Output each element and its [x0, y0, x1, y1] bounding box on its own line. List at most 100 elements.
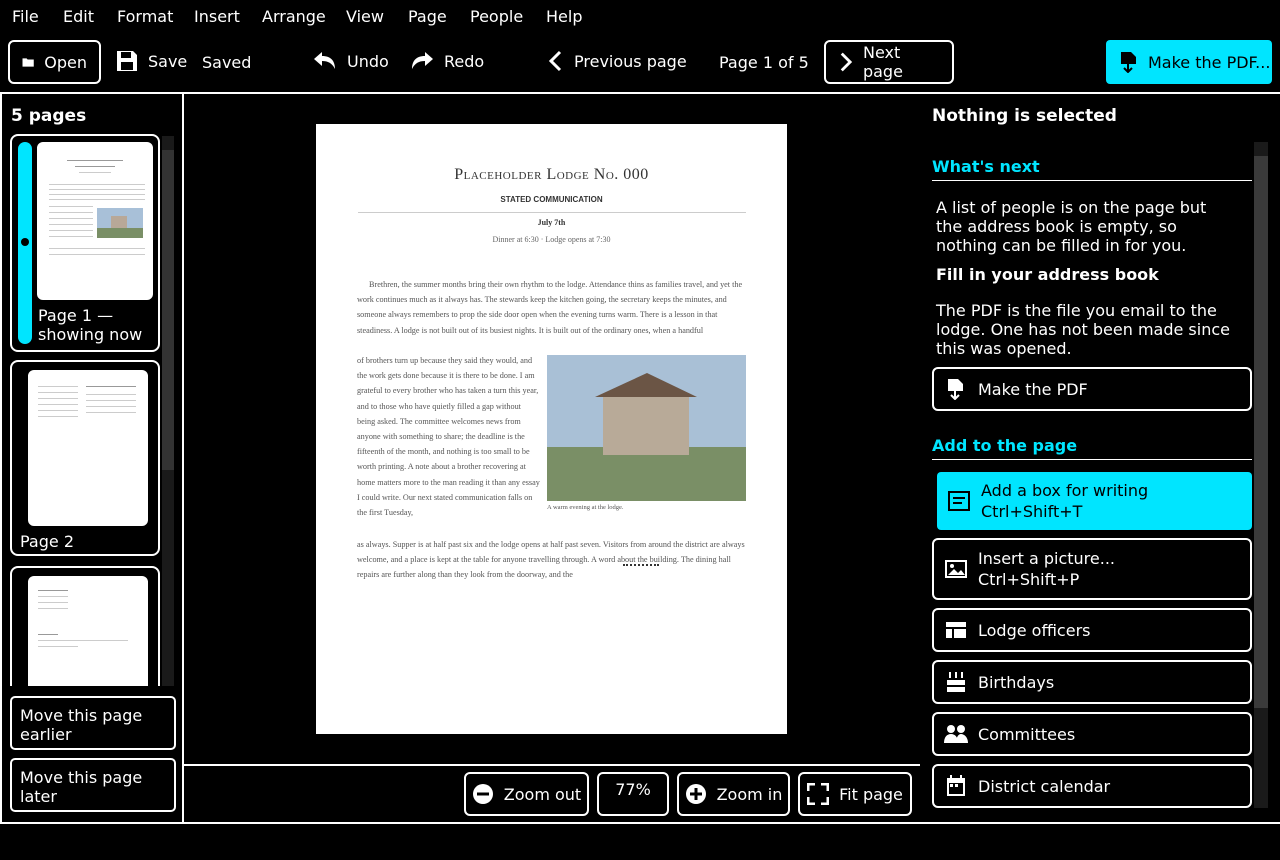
meeting-times: Dinner at 6:30 · Lodge opens at 7:30 — [492, 235, 611, 244]
save-button[interactable]: Save — [116, 50, 187, 72]
menu-bar: File Edit Format Insert Arrange View Pag… — [0, 0, 1280, 34]
page-1-preview — [37, 142, 153, 300]
page-3-preview — [28, 576, 148, 686]
picture-caption: A warm evening at the lodge. — [547, 504, 624, 511]
bottom-border — [0, 822, 1280, 824]
fit-frame-icon — [807, 783, 830, 805]
picture-icon — [945, 560, 967, 578]
body-paragraph-bottom: as always. Supper is at half past six an… — [357, 540, 745, 580]
fit-page-button[interactable]: Fit page — [798, 772, 912, 816]
birthdays-button[interactable]: Birthdays — [932, 660, 1252, 704]
next-page-label: Next page — [862, 43, 903, 81]
birthdays-label: Birthdays — [978, 672, 1055, 692]
add-to-page-heading: Add to the page — [932, 436, 1078, 455]
title-rule — [358, 212, 746, 213]
page-thumbnail-3[interactable] — [10, 566, 160, 686]
redo-label: Redo — [444, 51, 485, 71]
meeting-date: July 7th — [537, 218, 566, 227]
page-2-preview — [28, 370, 148, 526]
fill-address-book-link[interactable]: Fill in your address book — [936, 265, 1159, 284]
zoom-out-label: Zoom out — [503, 784, 582, 804]
menu-insert[interactable]: Insert — [194, 7, 240, 26]
lodge-picture[interactable] — [547, 355, 746, 501]
floppy-disk-icon — [117, 51, 137, 71]
table-layout-icon — [946, 622, 966, 638]
next-page-button[interactable]: Next page — [824, 40, 954, 84]
insert-picture-button[interactable]: Insert a picture... Ctrl+Shift+P — [932, 538, 1252, 600]
committees-button[interactable]: Committees — [932, 712, 1252, 756]
page-1-label: Page 1 — showing now — [38, 306, 143, 344]
chevron-left-icon — [548, 50, 562, 72]
document-page[interactable]: Placeholder Lodge No. 000 STATED COMMUNI… — [316, 124, 787, 734]
move-page-earlier-button[interactable]: Move this page earlier — [10, 696, 176, 750]
body-paragraph-column: of brothers turn up because they said th… — [357, 356, 540, 518]
insert-picture-label: Insert a picture... — [978, 549, 1116, 568]
chevron-right-icon — [840, 52, 853, 72]
redo-button[interactable]: Redo — [410, 50, 484, 72]
open-button[interactable]: Open — [8, 40, 101, 84]
document-title: Placeholder Lodge No. 000 — [454, 166, 649, 183]
right-panel-scrollbar-thumb[interactable] — [1254, 156, 1268, 708]
plus-circle-icon — [685, 784, 706, 804]
menu-arrange[interactable]: Arrange — [262, 7, 326, 26]
menu-help[interactable]: Help — [546, 7, 582, 26]
folder-icon — [22, 58, 34, 67]
add-text-box-shortcut: Ctrl+Shift+T — [981, 502, 1083, 521]
page-thumbnail-1[interactable]: Page 1 — showing now — [10, 134, 160, 352]
menu-view[interactable]: View — [346, 7, 384, 26]
menu-format[interactable]: Format — [117, 7, 173, 26]
body-paragraph-top: Brethren, the summer months bring their … — [357, 280, 743, 335]
birthday-cake-icon — [947, 672, 965, 692]
current-page-dot — [21, 238, 29, 246]
whats-next-heading: What's next — [932, 157, 1040, 176]
previous-page-label: Previous page — [574, 51, 687, 71]
undo-button[interactable]: Undo — [313, 50, 389, 72]
export-pdf-icon — [1121, 52, 1136, 73]
selection-status: Nothing is selected — [932, 106, 1117, 126]
pages-scrollbar-thumb[interactable] — [162, 150, 174, 470]
export-pdf-icon — [948, 379, 963, 400]
save-status: Saved — [202, 53, 252, 72]
spelling-marker — [623, 564, 659, 566]
pages-scrollbar[interactable] — [162, 136, 174, 686]
right-panel-scrollbar[interactable] — [1254, 142, 1268, 808]
make-pdf-button[interactable]: Make the PDF — [932, 367, 1252, 411]
make-pdf-toolbar-button[interactable]: Make the PDF... — [1106, 40, 1272, 84]
add-text-box-label: Add a box for writing — [981, 481, 1149, 500]
menu-file[interactable]: File — [12, 7, 39, 26]
committees-label: Committees — [978, 724, 1076, 744]
menu-page[interactable]: Page — [408, 7, 447, 26]
address-book-message: A list of people is on the page but the … — [936, 198, 1207, 255]
whats-next-rule — [932, 180, 1252, 181]
page-indicator: Page 1 of 5 — [719, 53, 809, 72]
fit-page-label: Fit page — [839, 784, 903, 804]
calendar-icon — [947, 775, 965, 796]
people-group-icon — [944, 725, 968, 743]
toolbar: Open Save Saved Undo Redo Previous page … — [0, 34, 1280, 92]
district-calendar-button[interactable]: District calendar — [932, 764, 1252, 808]
lodge-officers-label: Lodge officers — [978, 620, 1091, 640]
district-calendar-label: District calendar — [978, 776, 1111, 796]
zoom-level[interactable]: 77% — [597, 772, 669, 816]
pages-panel: 5 pages Page 1 — showing now Page 2 Move… — [0, 92, 184, 824]
zoom-in-label: Zoom in — [716, 784, 783, 804]
pdf-message: The PDF is the file you email to the lod… — [936, 301, 1230, 358]
add-to-page-rule — [932, 459, 1252, 460]
open-label: Open — [44, 52, 87, 72]
menu-people[interactable]: People — [470, 7, 523, 26]
zoom-in-button[interactable]: Zoom in — [677, 772, 790, 816]
add-text-box-button[interactable]: Add a box for writing Ctrl+Shift+T — [937, 472, 1252, 530]
move-page-later-button[interactable]: Move this page later — [10, 758, 176, 812]
menu-edit[interactable]: Edit — [63, 7, 94, 26]
make-pdf-toolbar-label: Make the PDF... — [1148, 52, 1271, 72]
previous-page-button[interactable]: Previous page — [548, 50, 687, 72]
page-thumbnail-2[interactable]: Page 2 — [10, 360, 160, 556]
zoom-bar: Zoom out 77% Zoom in Fit page — [184, 764, 920, 824]
lodge-officers-button[interactable]: Lodge officers — [932, 608, 1252, 652]
zoom-out-button[interactable]: Zoom out — [464, 772, 589, 816]
insert-picture-shortcut: Ctrl+Shift+P — [978, 570, 1080, 589]
house-illustration — [547, 355, 746, 501]
make-pdf-label: Make the PDF — [978, 379, 1088, 399]
redo-icon — [412, 52, 433, 69]
undo-icon — [314, 52, 335, 69]
